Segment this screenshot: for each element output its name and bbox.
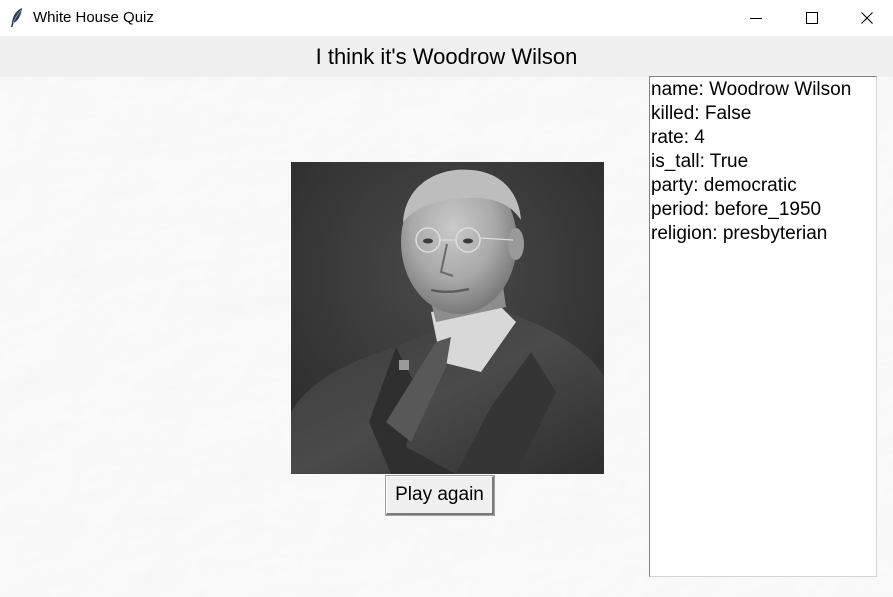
info-killed: killed: False bbox=[651, 103, 752, 124]
play-again-button[interactable]: Play again bbox=[385, 475, 495, 516]
window-title: White House Quiz bbox=[33, 9, 154, 26]
feather-icon bbox=[8, 7, 26, 29]
president-portrait bbox=[291, 162, 604, 474]
info-religion: religion: presbyterian bbox=[651, 223, 828, 244]
info-period: period: before_1950 bbox=[651, 199, 822, 220]
info-rate: rate: 4 bbox=[651, 127, 705, 148]
info-name: name: Woodrow Wilson bbox=[651, 79, 852, 100]
close-button[interactable] bbox=[840, 0, 893, 36]
guess-heading: I think it's Woodrow Wilson bbox=[0, 37, 893, 77]
close-icon bbox=[860, 12, 873, 24]
maximize-icon bbox=[806, 12, 818, 24]
president-info-panel[interactable]: name: Woodrow Wilson killed: False rate:… bbox=[649, 76, 877, 577]
info-is-tall: is_tall: True bbox=[651, 151, 749, 172]
app-window: White House Quiz I think it's Woodrow Wi… bbox=[0, 0, 893, 597]
minimize-button[interactable] bbox=[728, 0, 784, 36]
title-bar[interactable]: White House Quiz bbox=[0, 0, 893, 36]
minimize-icon bbox=[750, 12, 762, 24]
maximize-button[interactable] bbox=[784, 0, 840, 36]
guess-text: I think it's Woodrow Wilson bbox=[315, 44, 578, 69]
info-party: party: democratic bbox=[651, 175, 797, 196]
